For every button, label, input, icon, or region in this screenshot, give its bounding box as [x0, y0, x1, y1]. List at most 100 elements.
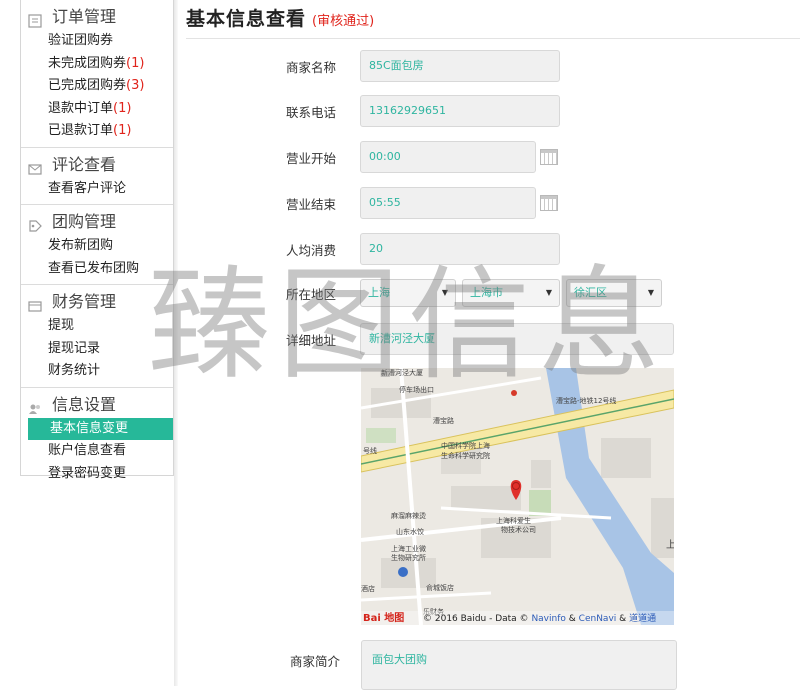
sidebar-section-title[interactable]: 团购管理 — [21, 209, 173, 235]
field-label: 营业开始 — [286, 150, 337, 166]
form-row-open-time: 营业开始 00:00 — [286, 141, 558, 173]
sidebar: 订单管理 验证团购券 未完成团购券(1) 已完成团购券(3) 退款中订单(1) … — [20, 0, 174, 481]
map-label: 山东水饺 — [396, 527, 424, 536]
section-title-text: 订单管理 — [52, 7, 117, 26]
sidebar-section-group-buy: 团购管理 发布新团购 查看已发布团购 — [21, 205, 173, 285]
count-badge: (3) — [126, 78, 145, 93]
map-label: 生物研究所 — [391, 553, 426, 562]
sidebar-item-finished-coupons[interactable]: 已完成团购券(3) — [21, 75, 173, 98]
province-select[interactable]: 上海 ▼ — [360, 279, 456, 307]
sidebar-section-reviews: 评论查看 查看客户评论 — [21, 148, 173, 205]
shop-name-field[interactable]: 85C面包房 — [360, 50, 560, 82]
sidebar-section-orders: 订单管理 验证团购券 未完成团购券(1) 已完成团购券(3) 退款中订单(1) … — [21, 0, 173, 148]
sidebar-item-label: 未完成团购券 — [48, 55, 127, 71]
metro-icon — [398, 567, 408, 577]
field-label: 所在地区 — [286, 286, 337, 302]
sidebar-item-publish-group-buy[interactable]: 发布新团购 — [21, 235, 173, 258]
sidebar-item-label: 登录密码变更 — [48, 465, 127, 481]
sidebar-section-title[interactable]: 财务管理 — [21, 289, 173, 315]
tag-icon — [28, 215, 42, 232]
daodao-link[interactable]: 道道通 — [629, 614, 656, 624]
section-title-text: 评论查看 — [52, 154, 117, 174]
sidebar-item-label: 提现 — [48, 318, 75, 333]
map-label: 生命科学研究院 — [441, 451, 490, 460]
map-label: 麻溜麻辣烫 — [391, 511, 426, 520]
count-badge: (1) — [126, 55, 145, 71]
map-label: 停车场出口 — [399, 385, 434, 394]
count-badge: (1) — [113, 100, 132, 116]
map-copyright-text: © 2016 Baidu - Data © — [423, 614, 529, 624]
sidebar-item-unfinished-coupons[interactable]: 未完成团购券(1) — [21, 53, 173, 76]
field-label: 人均消费 — [286, 242, 337, 258]
select-value: 徐汇区 — [574, 286, 607, 299]
map-label: 上 — [666, 539, 674, 551]
section-title-text: 财务管理 — [52, 292, 117, 311]
sidebar-item-customer-reviews[interactable]: 查看客户评论 — [21, 178, 173, 201]
calendar-icon[interactable] — [540, 195, 558, 211]
navinfo-link[interactable]: Navinfo — [531, 614, 565, 624]
select-value: 上海市 — [470, 286, 503, 299]
map-label: 酒店 — [361, 584, 375, 593]
sidebar-item-withdraw-records[interactable]: 提现记录 — [21, 338, 173, 361]
count-badge: (1) — [113, 123, 132, 138]
field-label: 营业结束 — [286, 196, 337, 212]
sidebar-item-label: 财务统计 — [48, 363, 101, 378]
select-value: 上海 — [368, 286, 390, 299]
map-footer: Bai 地图 © 2016 Baidu - Data © Navinfo & C… — [361, 611, 674, 625]
sidebar-divider — [174, 0, 178, 686]
sidebar-item-refunded-orders[interactable]: 已退款订单(1) — [21, 120, 173, 143]
location-map[interactable]: 新漕河泾大厦 停车场出口 漕宝路 漕宝路-地铁12号线 号线 中国科学院上海 生… — [361, 368, 674, 625]
open-time-field[interactable]: 00:00 — [360, 141, 536, 173]
sidebar-item-finance-stats[interactable]: 财务统计 — [21, 360, 173, 383]
address-field[interactable]: 新漕河泾大厦 — [360, 323, 674, 355]
sidebar-item-view-group-buys[interactable]: 查看已发布团购 — [21, 258, 173, 281]
map-label: 上海工业微 — [391, 544, 426, 553]
sidebar-section-finance: 财务管理 提现 提现记录 财务统计 — [21, 285, 173, 388]
field-label: 详细地址 — [286, 332, 337, 348]
sidebar-item-password-change[interactable]: 登录密码变更 — [21, 463, 173, 486]
sidebar-item-refunding-orders[interactable]: 退款中订单(1) — [21, 98, 173, 121]
wallet-icon — [28, 295, 42, 312]
map-copyright-separator: & — [619, 614, 627, 624]
baidu-logo: Bai 地图 — [363, 613, 405, 624]
sidebar-item-label: 基本信息变更 — [50, 420, 129, 436]
sidebar-item-label: 查看客户评论 — [48, 180, 127, 196]
sidebar-item-label: 查看已发布团购 — [48, 260, 140, 276]
sidebar-section-settings: 信息设置 基本信息变更 账户信息查看 登录密码变更 — [21, 388, 173, 490]
district-select[interactable]: 徐汇区 ▼ — [566, 279, 662, 307]
section-title-text: 团购管理 — [52, 212, 117, 231]
field-label: 商家简介 — [290, 654, 341, 669]
sidebar-item-withdraw[interactable]: 提现 — [21, 315, 173, 338]
calendar-icon[interactable] — [540, 149, 558, 165]
map-label: 漕宝路 — [433, 416, 454, 425]
sidebar-section-title[interactable]: 评论查看 — [21, 152, 173, 178]
sidebar-item-label: 提现记录 — [48, 340, 101, 356]
sidebar-item-account-info[interactable]: 账户信息查看 — [21, 440, 173, 463]
sidebar-section-title[interactable]: 订单管理 — [21, 4, 173, 30]
chevron-down-icon: ▼ — [545, 288, 552, 297]
sidebar-item-verify-coupon[interactable]: 验证团购券 — [21, 30, 173, 53]
page-title: 基本信息查看 — [186, 8, 307, 30]
sidebar-item-label: 验证团购券 — [48, 33, 114, 48]
form-row-phone: 联系电话 13162929651 — [286, 95, 560, 127]
form-row-region: 所在地区 上海 ▼ 上海市 ▼ 徐汇区 ▼ — [286, 279, 668, 307]
map-marker-icon — [511, 390, 517, 396]
field-label: 商家名称 — [286, 59, 337, 75]
sidebar-section-title[interactable]: 信息设置 — [21, 392, 173, 418]
map-label: 物技术公司 — [501, 525, 536, 534]
sidebar-item-label: 退款中订单 — [48, 100, 114, 116]
form-row-close-time: 营业结束 05:55 — [286, 187, 558, 219]
sidebar-item-basic-info-change[interactable]: 基本信息变更 — [28, 417, 173, 440]
shop-intro-field[interactable]: 面包大团购 — [361, 640, 677, 690]
city-select[interactable]: 上海市 ▼ — [462, 279, 560, 307]
chevron-down-icon: ▼ — [441, 288, 448, 297]
form-row-name: 商家名称 85C面包房 — [286, 50, 560, 82]
chevron-down-icon: ▼ — [647, 288, 654, 297]
close-time-field[interactable]: 05:55 — [360, 187, 536, 219]
avg-spend-field[interactable]: 20 — [360, 233, 560, 265]
list-icon — [28, 10, 42, 28]
map-copyright-separator: & — [568, 614, 576, 624]
phone-field[interactable]: 13162929651 — [360, 95, 560, 127]
map-label: 上海科爱生 — [496, 516, 531, 525]
cennavi-link[interactable]: CenNavi — [579, 614, 617, 624]
